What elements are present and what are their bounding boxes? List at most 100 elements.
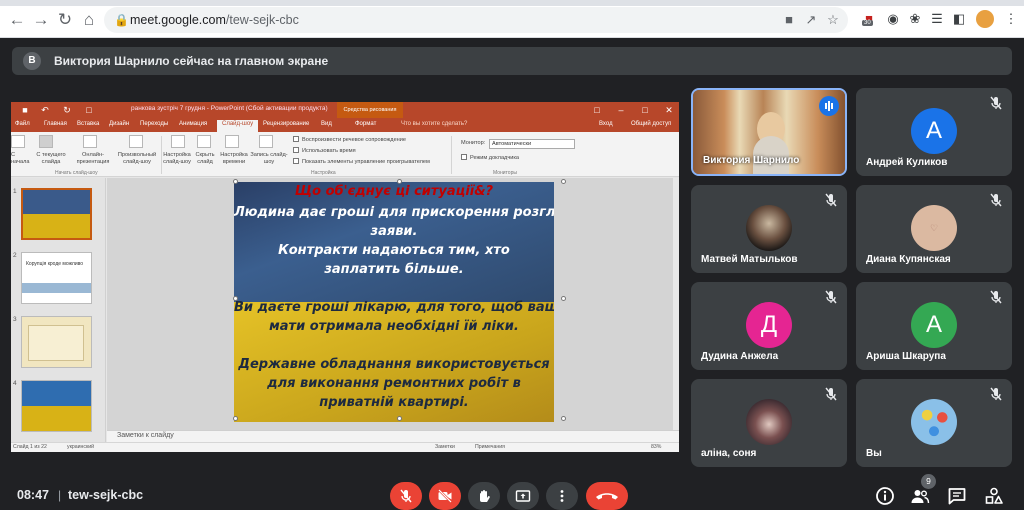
- setup-show-icon: [171, 135, 185, 148]
- presenter-avatar: В: [23, 52, 41, 70]
- participant-tile-8[interactable]: Вы: [856, 379, 1012, 467]
- slide-heading: Що об'єднує ці ситуації&?: [294, 184, 494, 199]
- participant-tile-6[interactable]: А Ариша Шкарупа: [856, 282, 1012, 370]
- browser-menu-icon[interactable]: ⋮: [1002, 10, 1020, 28]
- selection-handle: [561, 179, 566, 184]
- people-icon[interactable]: [910, 486, 930, 506]
- participant-photo: [746, 205, 792, 251]
- participant-photo: ♡: [911, 205, 957, 251]
- participant-name: Дудина Анжела: [701, 351, 779, 362]
- present-screen-button[interactable]: [507, 482, 539, 510]
- pp-tab-file: Файл: [15, 121, 30, 127]
- chk-controls: Показать элементы управление проигрывате…: [293, 158, 430, 166]
- hide-slide-icon: [197, 135, 211, 148]
- pp-tab-view: Вид: [321, 121, 332, 127]
- raise-hand-button[interactable]: [468, 482, 500, 510]
- ribbon-separator: [451, 136, 452, 174]
- status-slide: Слайд 1 из 22: [13, 444, 47, 450]
- meeting-details-info-icon[interactable]: [875, 486, 895, 506]
- media-control-icon[interactable]: ☰: [928, 10, 946, 28]
- selection-handle: [233, 416, 238, 421]
- activities-icon[interactable]: [984, 486, 1004, 506]
- pp-sign-in: Вход: [599, 121, 613, 127]
- redo-icon: ↻: [63, 105, 71, 115]
- slide-line: для виконання ремонтних робіт в: [267, 376, 521, 391]
- pp-ribbon-tabs: Файл Главная Вставка Дизайн Переходы Ани…: [11, 118, 679, 132]
- selection-handle: [233, 296, 238, 301]
- profile-avatar-icon[interactable]: [976, 10, 994, 28]
- side-panel-icon[interactable]: ◧: [950, 10, 968, 28]
- participant-tile-3[interactable]: Матвей Матыльков: [691, 185, 847, 273]
- camera-icon[interactable]: ■: [780, 11, 798, 29]
- thumb-number: 1: [13, 188, 17, 195]
- home-icon[interactable]: ⌂: [78, 9, 100, 31]
- hand-icon: [480, 490, 490, 502]
- slide-notes: Заметки к слайду: [107, 430, 679, 442]
- slide-thumbnails: 1 2 Корупція кроде можливо 3 4: [11, 178, 106, 442]
- online-present-icon: [83, 135, 97, 148]
- chk-timings: Использовать время: [293, 147, 356, 155]
- chat-icon[interactable]: [947, 486, 967, 506]
- checkbox-icon: [461, 154, 467, 160]
- ribbon-options-icon: □: [594, 105, 600, 115]
- mic-off-icon: [825, 290, 837, 304]
- lock-icon: 🔒: [114, 13, 129, 27]
- mic-toggle-button[interactable]: [390, 482, 422, 510]
- meeting-clock: 08:47: [17, 488, 49, 502]
- participant-tile-2[interactable]: А Андрей Куликов: [856, 88, 1012, 176]
- thumb-text: Корупція кроде можливо: [26, 261, 84, 267]
- globe-extension-icon[interactable]: ◉: [884, 10, 902, 28]
- thumb-number: 4: [13, 380, 17, 387]
- rb-group-setup: Настройка: [311, 170, 336, 176]
- slide-line: Ви даєте гроші лікарю, для того, щоб ваш…: [234, 300, 554, 315]
- selection-handle: [397, 179, 402, 184]
- browser-toolbar: ← → ↻ ⌂ 🔒 meet.google.com/tew-sejk-cbc ■…: [0, 0, 1024, 38]
- rb-group-monitors: Мониторы: [493, 170, 517, 176]
- participant-name: Андрей Куликов: [866, 157, 948, 168]
- puzzle-extensions-icon[interactable]: ❀: [906, 10, 924, 28]
- back-icon[interactable]: ←: [6, 9, 28, 31]
- participant-avatar: Д: [746, 302, 792, 348]
- thumb-flag-blue: [22, 381, 91, 406]
- participant-tile-4[interactable]: ♡ Диана Купянская: [856, 185, 1012, 273]
- slide-line: заплатить більше.: [324, 262, 464, 277]
- thumb-flag-yellow: [23, 214, 90, 238]
- participant-tile-5[interactable]: Д Дудина Анжела: [691, 282, 847, 370]
- participant-tile-1[interactable]: Виктория Шарнило: [691, 88, 847, 176]
- url-text: meet.google.com/tew-sejk-cbc: [130, 13, 299, 27]
- participant-photo: [746, 399, 792, 445]
- custom-show-icon: [129, 135, 143, 148]
- hang-up-icon: [596, 493, 618, 500]
- pp-statusbar: Слайд 1 из 22 украинский Заметки Примеча…: [11, 442, 679, 452]
- status-lang: украинский: [67, 444, 95, 450]
- share-page-icon[interactable]: ↗: [802, 11, 820, 29]
- chk-narration: Воспроизвести речевое сопровождение: [293, 136, 406, 144]
- presenting-banner: В Виктория Шарнило сейчас на главном экр…: [12, 47, 1012, 75]
- presenting-text: Виктория Шарнило сейчас на главном экран…: [54, 54, 329, 68]
- bookmark-star-icon[interactable]: ☆: [824, 11, 842, 29]
- participant-photo: [911, 399, 957, 445]
- participant-name: Матвей Матыльков: [701, 254, 798, 265]
- forward-icon[interactable]: →: [30, 9, 52, 31]
- present-icon: □: [86, 105, 92, 115]
- mic-off-icon: [990, 96, 1002, 110]
- minimize-icon: –: [618, 105, 624, 115]
- participant-tile-7[interactable]: аліна, соня: [691, 379, 847, 467]
- slide-line: заяви.: [370, 224, 418, 239]
- pp-tab-animation: Анимация: [179, 121, 208, 127]
- slide-line: Контракти надаються тим, хто: [278, 243, 510, 258]
- status-zoom: 83%: [651, 444, 662, 450]
- leave-call-button[interactable]: [586, 482, 628, 510]
- maximize-icon: □: [642, 105, 648, 115]
- pp-tab-insert: Вставка: [77, 121, 100, 127]
- reload-icon[interactable]: ↻: [54, 9, 76, 31]
- thumb-flag-yellow: [22, 406, 91, 431]
- pp-tab-format: Формат: [355, 121, 377, 127]
- participant-name: Виктория Шарнило: [703, 155, 800, 166]
- rb-record: Запись слайд-шоу: [250, 152, 288, 165]
- more-options-button[interactable]: [546, 482, 578, 510]
- address-bar[interactable]: 🔒 meet.google.com/tew-sejk-cbc ■ ↗ ☆: [104, 7, 848, 33]
- pp-tab-transitions: Переходы: [140, 121, 169, 127]
- camera-toggle-button[interactable]: [429, 482, 461, 510]
- current-slide: Що об'єднує ці ситуації&? Людина дає гро…: [234, 182, 554, 422]
